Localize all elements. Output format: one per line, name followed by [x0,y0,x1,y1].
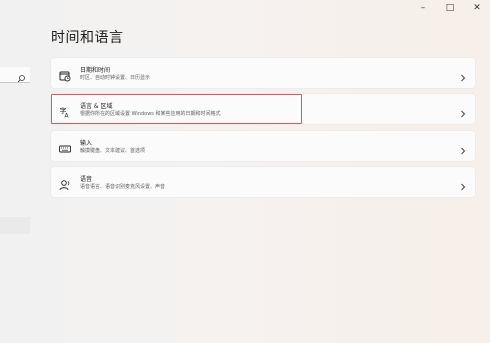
card-title: 输入 [80,140,93,147]
card-title: 语音 [80,176,93,183]
language-region-card[interactable]: 字 A 语言 & 区域 根据你所在的区域设置 Windows 和某些应用的日期和… [51,94,475,124]
search-icon [16,69,26,83]
card-subtitle: 触摸键盘、文本建议、首选项 [80,148,146,154]
card-title: 日期和时间 [80,67,111,74]
speech-icon [59,176,71,191]
typing-card[interactable]: 输入 触摸键盘、文本建议、首选项 [51,131,475,161]
minimize-button[interactable]: – [414,0,432,16]
chevron-right-icon [460,104,466,118]
keyboard-icon [59,140,71,153]
speech-card[interactable]: 语音 语音语言、语音识别麦克风设置、声音 [51,167,475,197]
left-navigation-pane [0,0,30,343]
close-button[interactable]: ✕ [468,0,486,16]
language-region-icon: 字 A [59,103,71,120]
search-input[interactable] [0,67,30,83]
window-controls: – □ ✕ [414,0,490,18]
nav-item-selected[interactable] [0,217,30,234]
chevron-right-icon [460,177,466,191]
page-title: 时间和语言 [51,30,124,46]
maximize-button[interactable]: □ [441,0,459,16]
date-time-card[interactable]: 日期和时间 时区、自动时钟设置、日历显示 [51,58,475,88]
card-subtitle: 语音语言、语音识别麦克风设置、声音 [80,184,166,190]
card-subtitle: 时区、自动时钟设置、日历显示 [80,75,151,81]
card-subtitle: 根据你所在的区域设置 Windows 和某些应用的日期和时间格式 [80,111,221,117]
clock-calendar-icon [59,67,71,82]
chevron-right-icon [460,141,466,155]
svg-text:A: A [65,113,70,119]
chevron-right-icon [460,68,466,82]
card-title: 语言 & 区域 [80,103,113,110]
